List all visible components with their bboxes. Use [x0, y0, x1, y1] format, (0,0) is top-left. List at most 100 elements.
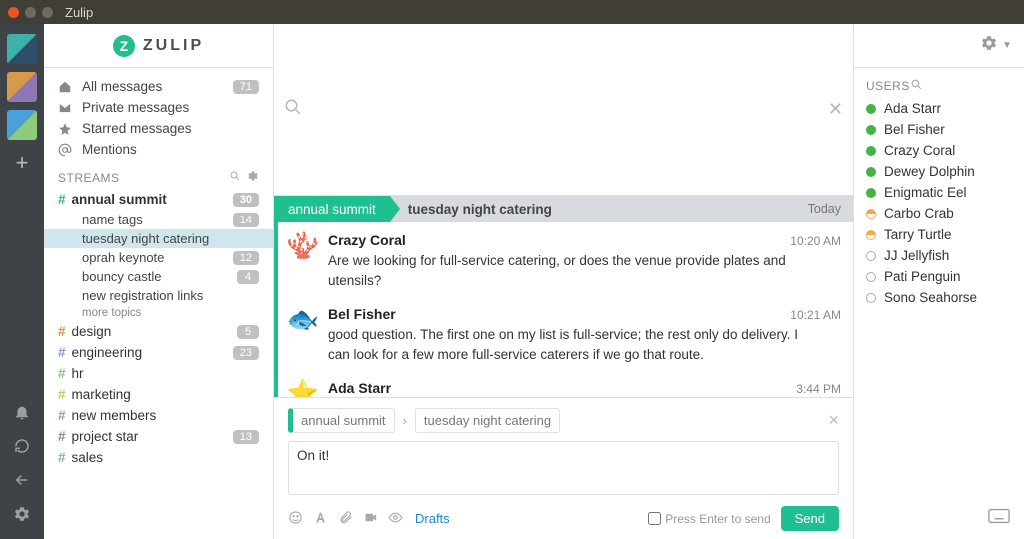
topic-item[interactable]: oprah keynote 12 [44, 248, 273, 267]
nav-label: Starred messages [82, 121, 192, 136]
user-item[interactable]: Ada Starr [854, 98, 1024, 119]
compose-close-icon[interactable]: × [828, 410, 839, 431]
reload-icon[interactable] [13, 437, 31, 455]
launcher-tile-1[interactable] [7, 34, 37, 64]
compose-topic-chip[interactable]: tuesday night catering [415, 408, 560, 433]
message-time: 10:20 AM [790, 234, 841, 248]
topic-item[interactable]: tuesday night catering [44, 229, 273, 248]
search-input[interactable] [310, 100, 828, 119]
user-name: Dewey Dolphin [884, 164, 975, 179]
user-item[interactable]: Sono Seahorse [854, 287, 1024, 308]
clear-search-icon[interactable]: ✕ [828, 99, 843, 120]
brand-logo[interactable]: Z ZULIP [44, 35, 273, 57]
emoji-icon[interactable] [288, 510, 303, 528]
message: 🪸 Crazy Coral10:20 AM Are we looking for… [278, 226, 853, 300]
presence-indicator [866, 251, 876, 261]
press-enter-checkbox[interactable] [648, 512, 661, 525]
stream-item[interactable]: #project star13 [44, 426, 273, 447]
bell-icon[interactable] [13, 403, 31, 421]
compose-textarea[interactable] [288, 441, 839, 495]
topic-label: tuesday night catering [82, 231, 209, 246]
topic-count-badge: 12 [233, 251, 259, 265]
message-text: good question. The first one on my list … [328, 325, 841, 364]
stream-count-badge: 5 [237, 325, 259, 339]
drafts-link[interactable]: Drafts [415, 511, 450, 526]
nav-starred-messages[interactable]: Starred messages [44, 118, 273, 139]
thread-date: Today [808, 202, 853, 216]
envelope-icon [58, 101, 76, 115]
attach-icon[interactable] [338, 510, 353, 528]
search-users-icon[interactable] [910, 78, 923, 94]
stream-label: project star [72, 429, 139, 444]
user-name: Sono Seahorse [884, 290, 977, 305]
format-icon[interactable] [313, 510, 328, 528]
window-title: Zulip [65, 5, 93, 20]
nav-mentions[interactable]: Mentions [44, 139, 273, 160]
message-text: Are we looking for full-service catering… [328, 251, 841, 290]
user-name: Crazy Coral [884, 143, 955, 158]
send-button[interactable]: Send [781, 506, 839, 531]
star-icon [58, 122, 76, 136]
caret-down-icon[interactable]: ▼ [1002, 40, 1012, 51]
topic-label: oprah keynote [82, 250, 164, 265]
thread-stream-chip[interactable]: annual summit [274, 196, 390, 222]
message-list: 🪸 Crazy Coral10:20 AM Are we looking for… [274, 222, 853, 397]
more-topics-link[interactable]: more topics [44, 305, 273, 321]
thread-topic-label[interactable]: tuesday night catering [408, 202, 552, 217]
compose-box: annual summit › tuesday night catering ×… [274, 397, 853, 539]
users-header: USERS [854, 68, 1024, 98]
topic-item[interactable]: name tags14 [44, 210, 273, 229]
user-item[interactable]: Enigmatic Eel [854, 182, 1024, 203]
user-item[interactable]: Carbo Crab [854, 203, 1024, 224]
user-name: Pati Penguin [884, 269, 961, 284]
search-streams-icon[interactable] [229, 170, 241, 185]
video-icon[interactable] [363, 510, 378, 528]
hash-icon: # [58, 324, 66, 339]
window-minimize-button[interactable] [25, 7, 36, 18]
window-maximize-button[interactable] [42, 7, 53, 18]
launcher-tile-2[interactable] [7, 72, 37, 102]
topic-label: name tags [82, 212, 143, 227]
stream-item[interactable]: #engineering23 [44, 342, 273, 363]
stream-item[interactable]: #annual summit30 [44, 189, 273, 210]
topic-item[interactable]: bouncy castle4 [44, 267, 273, 286]
user-item[interactable]: JJ Jellyfish [854, 245, 1024, 266]
stream-item[interactable]: #sales [44, 447, 273, 468]
stream-label: sales [72, 450, 104, 465]
compose-stream-chip[interactable]: annual summit [288, 408, 395, 433]
hash-icon: # [58, 366, 66, 381]
presence-indicator [866, 272, 876, 282]
stream-count-badge: 30 [233, 193, 259, 207]
keyboard-icon[interactable] [988, 508, 1010, 529]
stream-label: hr [72, 366, 84, 381]
streams-settings-icon[interactable] [247, 170, 259, 185]
user-item[interactable]: Pati Penguin [854, 266, 1024, 287]
message-sender: Ada Starr [328, 380, 391, 396]
nav-all-messages[interactable]: All messages 71 [44, 76, 273, 97]
presence-indicator [866, 146, 876, 156]
topic-label: new registration links [82, 288, 203, 303]
preview-icon[interactable] [388, 510, 403, 528]
window-close-button[interactable] [8, 7, 19, 18]
launcher-tile-3[interactable] [7, 110, 37, 140]
stream-item[interactable]: # hr [44, 363, 273, 384]
presence-indicator [866, 125, 876, 135]
avatar: 🐟 [286, 306, 320, 340]
stream-item[interactable]: #design5 [44, 321, 273, 342]
settings-icon[interactable] [13, 505, 31, 523]
user-item[interactable]: Dewey Dolphin [854, 161, 1024, 182]
topic-label: bouncy castle [82, 269, 162, 284]
nav-private-messages[interactable]: Private messages [44, 97, 273, 118]
launcher-add-button[interactable]: + [16, 150, 29, 176]
gear-icon[interactable] [980, 34, 998, 57]
stream-item[interactable]: #new members [44, 405, 273, 426]
topic-item[interactable]: new registration links [44, 286, 273, 305]
hash-icon: # [58, 408, 66, 423]
user-item[interactable]: Tarry Turtle [854, 224, 1024, 245]
stream-item[interactable]: #marketing [44, 384, 273, 405]
user-item[interactable]: Bel Fisher [854, 119, 1024, 140]
press-enter-toggle[interactable]: Press Enter to send [648, 512, 770, 526]
back-icon[interactable] [13, 471, 31, 489]
user-item[interactable]: Crazy Coral [854, 140, 1024, 161]
user-name: Enigmatic Eel [884, 185, 967, 200]
